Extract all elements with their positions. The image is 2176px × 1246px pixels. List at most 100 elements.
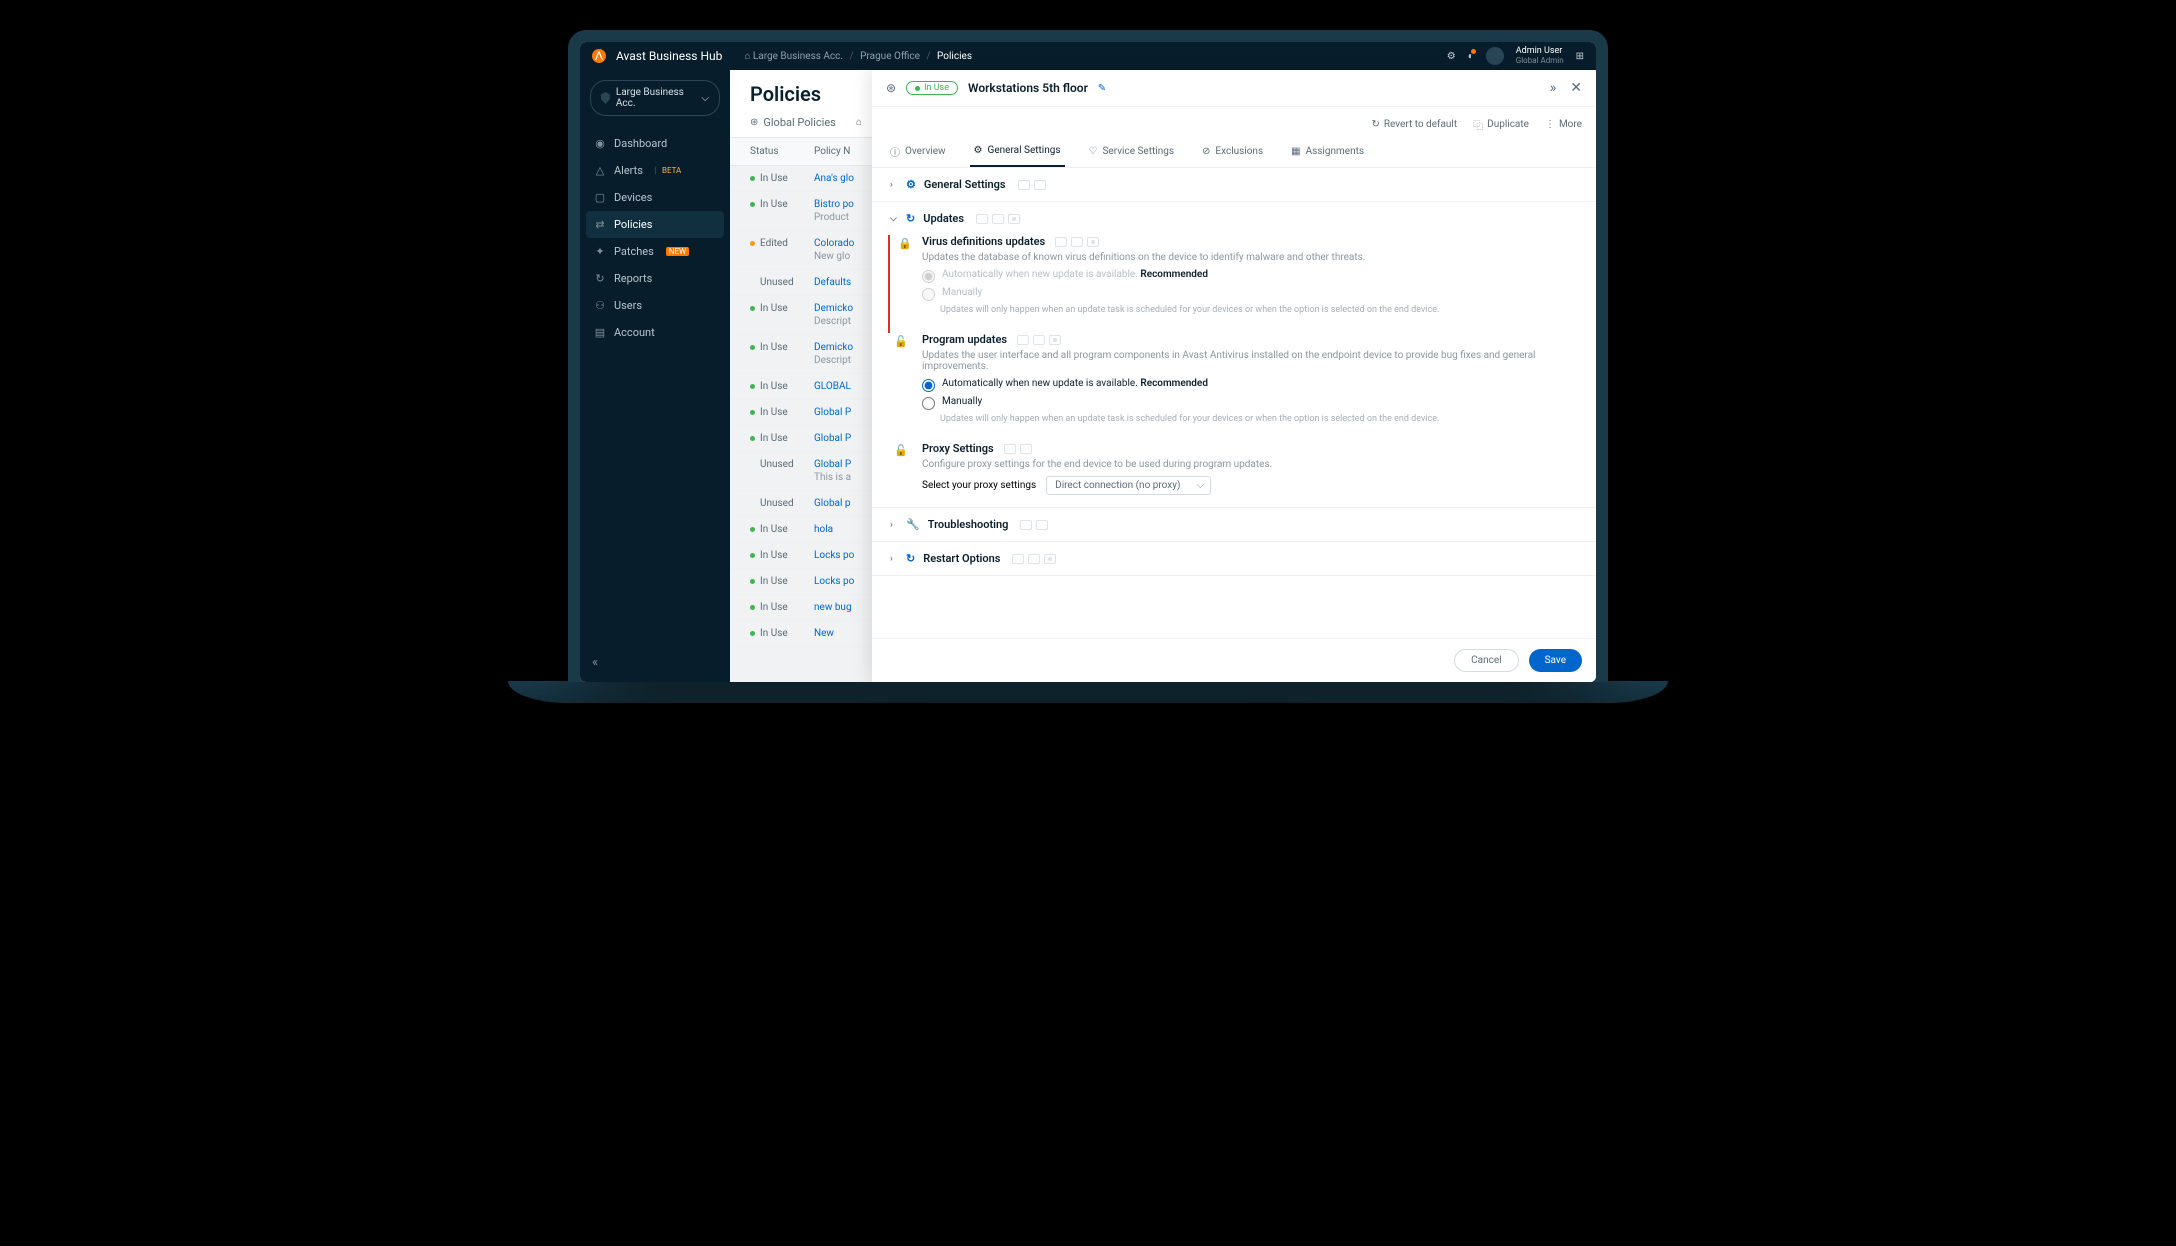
tab-icon: ⚙	[974, 145, 983, 156]
sidebar-item-account[interactable]: ▤Account	[580, 319, 730, 346]
block-virus-updates: 🔒 Virus definitions updates Updates the …	[888, 235, 1596, 333]
avatar[interactable]	[1486, 47, 1504, 65]
nav-icon: ⇄	[594, 218, 606, 231]
power-icon: ↻	[906, 552, 915, 565]
block-title: Virus definitions updates	[922, 235, 1578, 248]
drawer-content: › ⚙ General Settings ⌵ ↻ Updates 🔒	[872, 168, 1596, 638]
chevron-right-icon: ›	[890, 554, 898, 564]
tab-icon: ▦	[1291, 146, 1300, 157]
breadcrumb: ⌂ Large Business Acc. / Prague Office / …	[744, 51, 972, 62]
crumb-account[interactable]: Large Business Acc.	[753, 51, 843, 62]
wrench-icon: 🔧	[906, 518, 920, 531]
os-server-icon	[1008, 214, 1020, 224]
edit-icon[interactable]: ✎	[1098, 83, 1106, 94]
sidebar-item-alerts[interactable]: △AlertsBETA	[580, 157, 730, 184]
badge: NEW	[666, 247, 689, 256]
drawer-actions: ↻ Revert to default ⿻ Duplicate ⋮ More	[872, 107, 1596, 136]
col-status: Status	[750, 146, 814, 157]
proxy-label: Select your proxy settings	[922, 480, 1036, 491]
account-selector[interactable]: Large Business Acc. ⌵	[590, 80, 720, 116]
section-troubleshoot: › 🔧 Troubleshooting	[872, 508, 1596, 542]
sidebar-item-reports[interactable]: ↻Reports	[580, 265, 730, 292]
drawer-tabs: ⓘOverview ⚙General Settings ♡Service Setti…	[872, 136, 1596, 168]
sidebar-item-devices[interactable]: ▢Devices	[580, 184, 730, 211]
unlock-icon[interactable]: 🔓	[894, 444, 908, 457]
sidebar-item-policies[interactable]: ⇄Policies	[586, 211, 724, 238]
settings-icon[interactable]: ⚙	[1447, 51, 1456, 62]
os-windows-icon	[1018, 180, 1030, 190]
section-updates: ⌵ ↻ Updates 🔒 Virus definitions updates …	[872, 202, 1596, 508]
shield-icon	[601, 92, 610, 104]
help-icon[interactable]: ◐	[1468, 51, 1474, 62]
section-restart: › ↻ Restart Options	[872, 542, 1596, 576]
drawer-footer: Cancel Save	[872, 638, 1596, 682]
section-restart-head[interactable]: › ↻ Restart Options	[872, 542, 1596, 575]
nav-icon: △	[594, 164, 606, 177]
tab-service-settings[interactable]: ♡Service Settings	[1085, 136, 1179, 167]
nav-icon: ✦	[594, 245, 606, 258]
unlock-icon[interactable]: 🔓	[894, 335, 908, 348]
user-role: Global Admin	[1516, 57, 1564, 66]
cancel-button[interactable]: Cancel	[1454, 649, 1518, 672]
section-general-head[interactable]: › ⚙ General Settings	[872, 168, 1596, 201]
revert-button[interactable]: ↻ Revert to default	[1371, 117, 1457, 132]
block-program-updates: 🔓 Program updates Updates the user inter…	[872, 333, 1596, 442]
chevron-down-icon: ⌵	[701, 93, 709, 104]
chevron-down-icon: ⌵	[890, 214, 898, 224]
duplicate-button[interactable]: ⿻ Duplicate	[1473, 117, 1529, 132]
tab-exclusions[interactable]: ⊘Exclusions	[1198, 136, 1267, 167]
tab-icon: ♡	[1089, 146, 1098, 157]
os-windows-icon	[976, 214, 988, 224]
tab-icon: ⓘ	[890, 144, 900, 159]
tab-global-policies[interactable]: ⊛Global Policies	[750, 116, 836, 137]
globe-icon: ⊛	[886, 81, 896, 95]
policy-drawer: ⊛ In Use Workstations 5th floor ✎ » ✕ ↻ …	[872, 70, 1596, 682]
sidebar-item-dashboard[interactable]: ◉Dashboard	[580, 130, 730, 157]
tab-secondary[interactable]: ⌂	[856, 116, 862, 137]
proxy-select[interactable]: Direct connection (no proxy)	[1046, 476, 1211, 495]
radio-manual[interactable]: Manually	[922, 396, 1578, 410]
section-troubleshoot-head[interactable]: › 🔧 Troubleshooting	[872, 508, 1596, 541]
crumb-page[interactable]: Policies	[937, 51, 972, 62]
block-title: Program updates	[922, 333, 1578, 346]
tab-assignments[interactable]: ▦Assignments	[1287, 136, 1368, 167]
radio-auto[interactable]: Automatically when new update is availab…	[922, 378, 1578, 392]
collapse-icon[interactable]: »	[1550, 80, 1557, 96]
radio-sub: Updates will only happen when an update …	[940, 414, 1578, 424]
collapse-sidebar[interactable]: «	[580, 643, 730, 682]
lock-icon[interactable]: 🔒	[898, 237, 912, 250]
nav-icon: ↻	[594, 272, 606, 285]
status-pill: In Use	[906, 81, 958, 95]
more-button[interactable]: ⋮ More	[1545, 117, 1582, 132]
section-title: Restart Options	[923, 552, 1000, 565]
home-icon[interactable]: ⌂	[744, 51, 750, 62]
tab-overview[interactable]: ⓘOverview	[886, 136, 950, 167]
radio-auto: Automatically when new update is availab…	[922, 269, 1578, 283]
os-mac-icon	[1034, 180, 1046, 190]
crumb-office[interactable]: Prague Office	[860, 51, 920, 62]
section-updates-head[interactable]: ⌵ ↻ Updates	[872, 202, 1596, 235]
tab-general-settings[interactable]: ⚙General Settings	[970, 136, 1065, 167]
section-title: Updates	[923, 212, 964, 225]
brand-logo: ⋀	[592, 49, 606, 63]
drawer-title: Workstations 5th floor	[968, 81, 1088, 95]
tab-icon: ⊘	[1202, 146, 1210, 157]
sidebar-item-patches[interactable]: ✦PatchesNEW	[580, 238, 730, 265]
user-block[interactable]: Admin User Global Admin	[1516, 47, 1564, 66]
section-title: Troubleshooting	[928, 518, 1009, 531]
close-icon[interactable]: ✕	[1570, 80, 1582, 96]
sidebar-item-users[interactable]: ⚇Users	[580, 292, 730, 319]
nav-icon: ▤	[594, 326, 606, 339]
nav-icon: ▢	[594, 191, 606, 204]
nav: ◉Dashboard△AlertsBETA▢Devices⇄Policies✦P…	[580, 126, 730, 350]
radio-sub: Updates will only happen when an update …	[940, 305, 1578, 315]
chevron-right-icon: ›	[890, 180, 898, 190]
sidebar: Large Business Acc. ⌵ ◉Dashboard△AlertsB…	[580, 70, 730, 682]
apps-icon[interactable]: ⊞	[1576, 51, 1584, 62]
nav-icon: ⚇	[594, 299, 606, 312]
radio-manual: Manually	[922, 287, 1578, 301]
chevron-right-icon: ›	[890, 520, 898, 530]
block-desc: Updates the database of known virus defi…	[922, 252, 1578, 263]
save-button[interactable]: Save	[1529, 649, 1582, 672]
topbar: ⋀ Avast Business Hub ⌂ Large Business Ac…	[580, 42, 1596, 70]
